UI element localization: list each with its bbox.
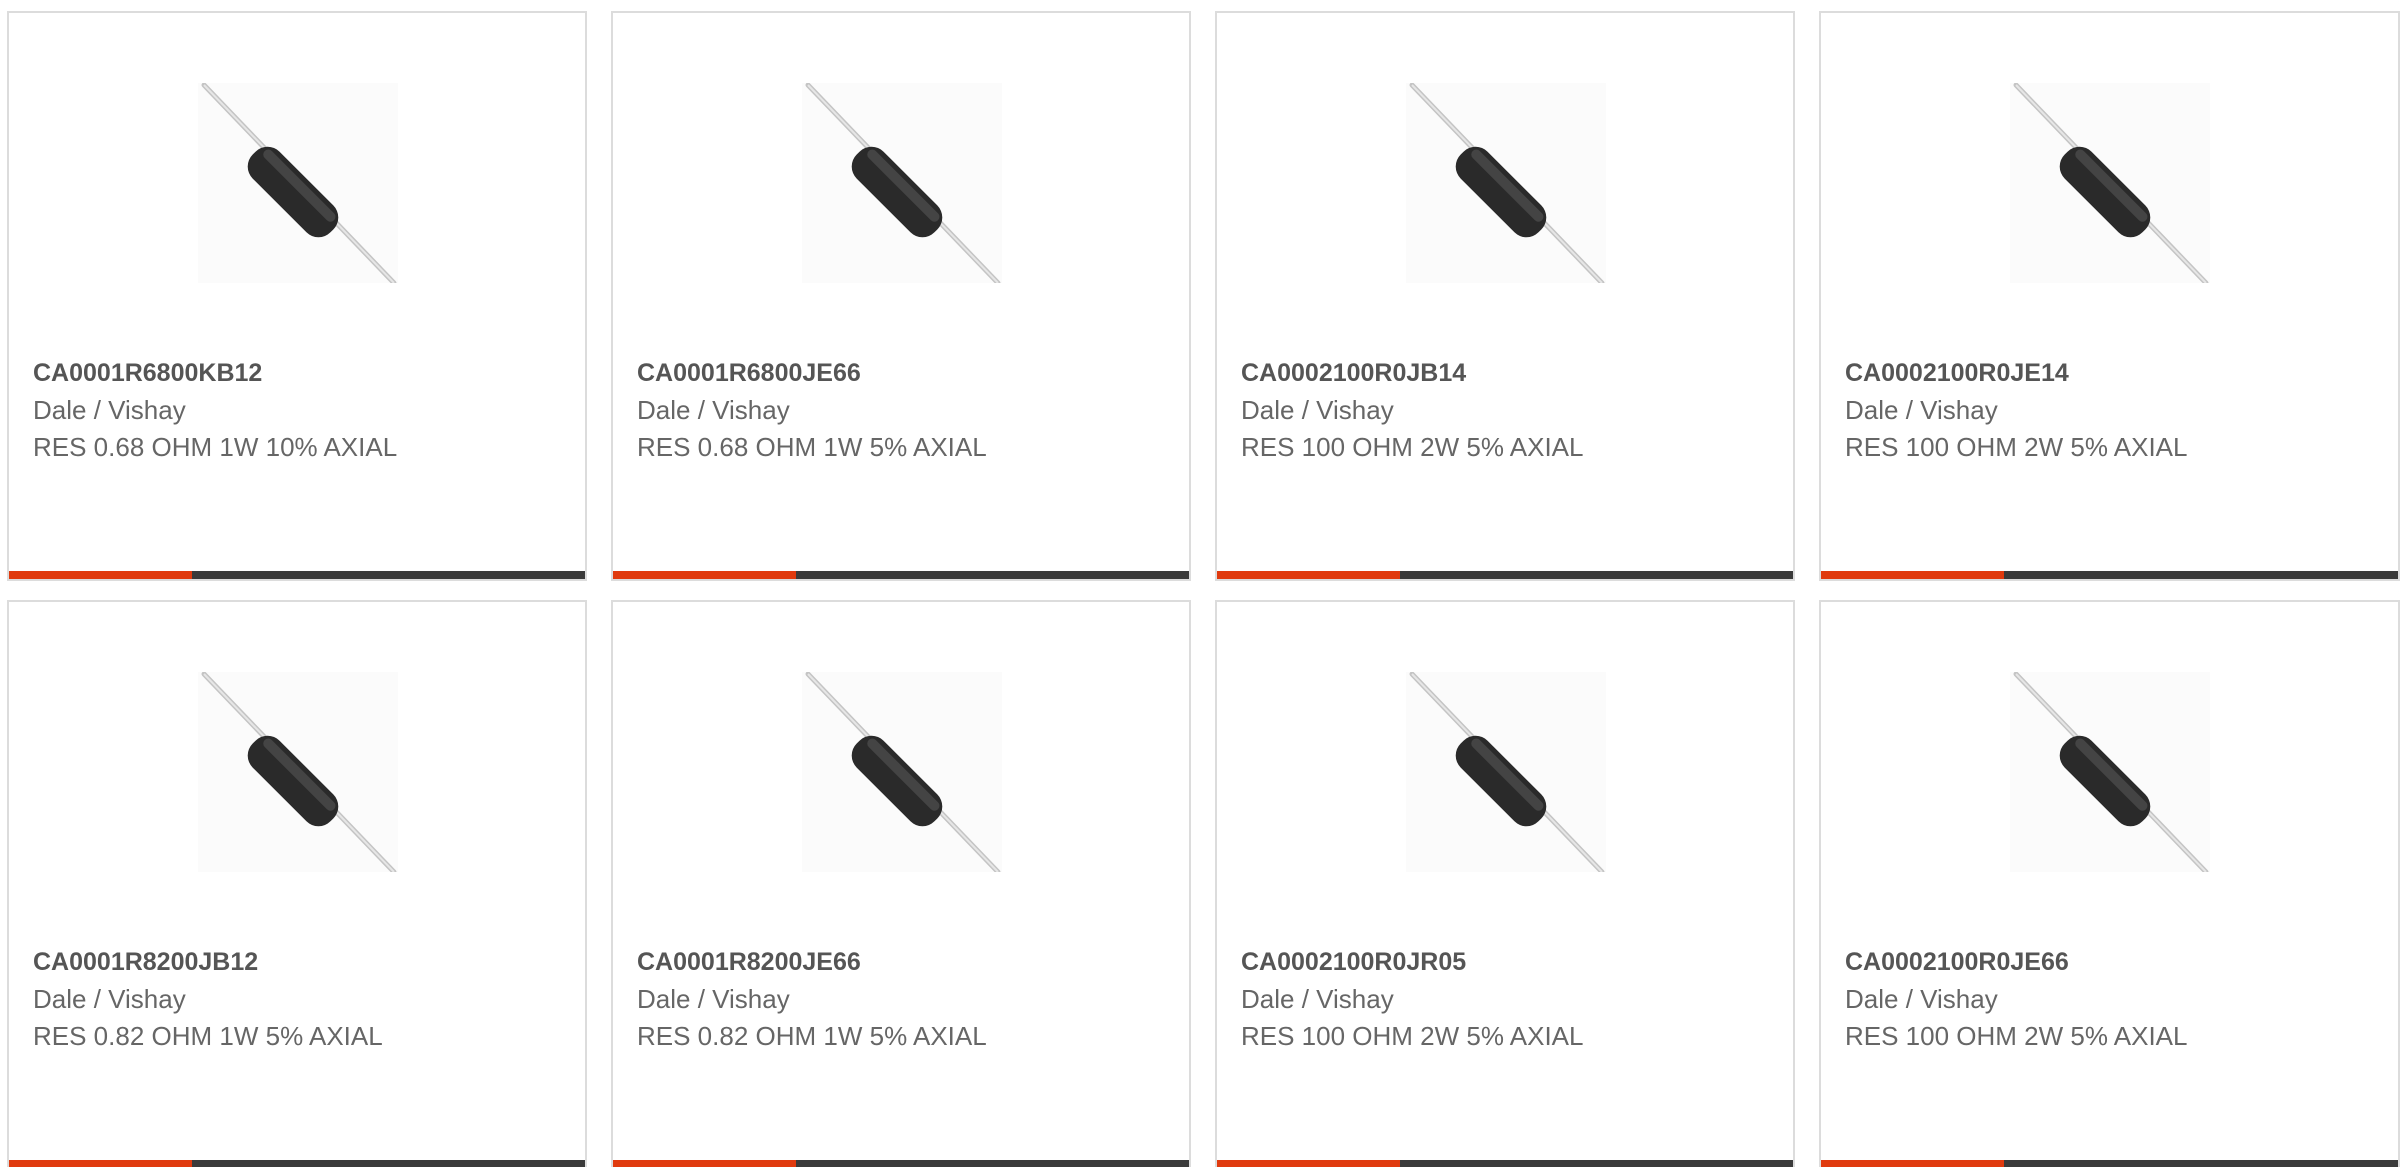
- accent-segment: [1217, 571, 1400, 579]
- axial-resistor-image[interactable]: [198, 83, 398, 283]
- accent-bar: [1217, 1160, 1793, 1167]
- accent-segment: [1217, 1160, 1400, 1167]
- product-card[interactable]: CA0002100R0JR05 Dale / Vishay RES 100 OH…: [1215, 600, 1795, 1167]
- axial-resistor-image[interactable]: [2010, 83, 2210, 283]
- description: RES 100 OHM 2W 5% AXIAL: [1241, 432, 1584, 462]
- description: RES 100 OHM 2W 5% AXIAL: [1241, 1021, 1584, 1051]
- accent-segment: [1821, 571, 2004, 579]
- axial-resistor-image[interactable]: [1406, 672, 1606, 872]
- axial-resistor-icon: [1409, 672, 1605, 872]
- product-info: CA0001R8200JE66 Dale / Vishay RES 0.82 O…: [637, 944, 1169, 1055]
- part-number[interactable]: CA0002100R0JE14: [1845, 355, 2378, 392]
- accent-segment: [9, 1160, 192, 1167]
- part-number[interactable]: CA0001R6800JE66: [637, 355, 1169, 392]
- description: RES 0.82 OHM 1W 5% AXIAL: [33, 1021, 383, 1051]
- accent-segment: [9, 571, 192, 579]
- axial-resistor-icon: [805, 83, 1001, 283]
- accent-segment: [1821, 1160, 2004, 1167]
- product-card[interactable]: CA0001R6800JE66 Dale / Vishay RES 0.68 O…: [611, 11, 1191, 581]
- product-info: CA0002100R0JE14 Dale / Vishay RES 100 OH…: [1845, 355, 2378, 466]
- description: RES 100 OHM 2W 5% AXIAL: [1845, 432, 2188, 462]
- description: RES 0.68 OHM 1W 5% AXIAL: [637, 432, 987, 462]
- axial-resistor-image[interactable]: [2010, 672, 2210, 872]
- axial-resistor-image[interactable]: [802, 672, 1002, 872]
- axial-resistor-icon: [201, 83, 397, 283]
- product-card[interactable]: CA0001R6800KB12 Dale / Vishay RES 0.68 O…: [7, 11, 587, 581]
- description: RES 0.68 OHM 1W 10% AXIAL: [33, 432, 398, 462]
- product-info: CA0002100R0JR05 Dale / Vishay RES 100 OH…: [1241, 944, 1773, 1055]
- part-number[interactable]: CA0001R8200JE66: [637, 944, 1169, 981]
- manufacturer: Dale / Vishay: [1241, 984, 1394, 1014]
- product-grid: CA0001R6800KB12 Dale / Vishay RES 0.68 O…: [0, 0, 2400, 1167]
- manufacturer: Dale / Vishay: [637, 395, 790, 425]
- description: RES 0.82 OHM 1W 5% AXIAL: [637, 1021, 987, 1051]
- accent-bar: [613, 571, 1189, 579]
- accent-bar: [1821, 571, 2398, 579]
- part-number[interactable]: CA0001R6800KB12: [33, 355, 565, 392]
- product-info: CA0001R6800KB12 Dale / Vishay RES 0.68 O…: [33, 355, 565, 466]
- axial-resistor-icon: [2013, 672, 2209, 872]
- product-card[interactable]: CA0001R8200JE66 Dale / Vishay RES 0.82 O…: [611, 600, 1191, 1167]
- axial-resistor-icon: [805, 672, 1001, 872]
- product-card[interactable]: CA0002100R0JE66 Dale / Vishay RES 100 OH…: [1819, 600, 2400, 1167]
- manufacturer: Dale / Vishay: [1241, 395, 1394, 425]
- manufacturer: Dale / Vishay: [33, 984, 186, 1014]
- product-card[interactable]: CA0002100R0JE14 Dale / Vishay RES 100 OH…: [1819, 11, 2400, 581]
- manufacturer: Dale / Vishay: [1845, 395, 1998, 425]
- part-number[interactable]: CA0002100R0JB14: [1241, 355, 1773, 392]
- product-info: CA0002100R0JE66 Dale / Vishay RES 100 OH…: [1845, 944, 2378, 1055]
- accent-bar: [9, 1160, 585, 1167]
- product-info: CA0001R6800JE66 Dale / Vishay RES 0.68 O…: [637, 355, 1169, 466]
- axial-resistor-icon: [1409, 83, 1605, 283]
- part-number[interactable]: CA0002100R0JR05: [1241, 944, 1773, 981]
- accent-bar: [1821, 1160, 2398, 1167]
- manufacturer: Dale / Vishay: [637, 984, 790, 1014]
- accent-bar: [1217, 571, 1793, 579]
- product-card[interactable]: CA0002100R0JB14 Dale / Vishay RES 100 OH…: [1215, 11, 1795, 581]
- accent-bar: [9, 571, 585, 579]
- axial-resistor-icon: [201, 672, 397, 872]
- accent-segment: [613, 1160, 796, 1167]
- axial-resistor-image[interactable]: [198, 672, 398, 872]
- product-info: CA0001R8200JB12 Dale / Vishay RES 0.82 O…: [33, 944, 565, 1055]
- manufacturer: Dale / Vishay: [33, 395, 186, 425]
- product-info: CA0002100R0JB14 Dale / Vishay RES 100 OH…: [1241, 355, 1773, 466]
- part-number[interactable]: CA0002100R0JE66: [1845, 944, 2378, 981]
- axial-resistor-icon: [2013, 83, 2209, 283]
- manufacturer: Dale / Vishay: [1845, 984, 1998, 1014]
- accent-bar: [613, 1160, 1189, 1167]
- product-card[interactable]: CA0001R8200JB12 Dale / Vishay RES 0.82 O…: [7, 600, 587, 1167]
- axial-resistor-image[interactable]: [802, 83, 1002, 283]
- description: RES 100 OHM 2W 5% AXIAL: [1845, 1021, 2188, 1051]
- part-number[interactable]: CA0001R8200JB12: [33, 944, 565, 981]
- axial-resistor-image[interactable]: [1406, 83, 1606, 283]
- accent-segment: [613, 571, 796, 579]
